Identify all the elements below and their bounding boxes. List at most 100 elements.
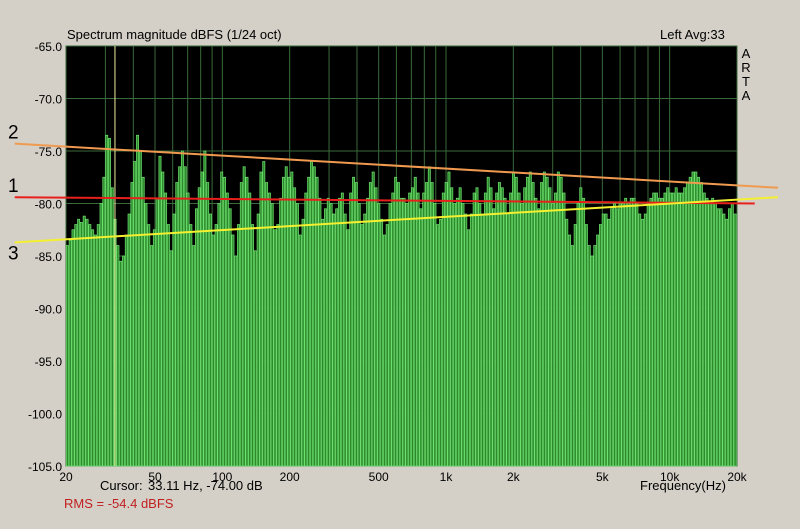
spectrum-bar	[638, 213, 642, 467]
spectrum-bar	[402, 197, 406, 467]
spectrum-bar	[368, 182, 372, 467]
spectrum-bar	[382, 234, 386, 467]
spectrum-bar	[343, 213, 347, 467]
spectrum-bar	[512, 171, 515, 467]
spectrum-bar	[526, 176, 529, 467]
spectrum-bar	[335, 208, 339, 467]
spectrum-bar	[556, 171, 560, 467]
spectrum-bar	[197, 187, 201, 467]
spectrum-bar	[509, 192, 513, 467]
overlay-line-label: 1	[8, 176, 19, 197]
spectrum-bar	[685, 182, 689, 467]
spectrum-bar	[573, 224, 577, 467]
spectrum-bar	[166, 224, 170, 467]
spectrum-bar	[242, 166, 246, 467]
spectrum-bar	[377, 203, 381, 467]
spectrum-bar	[610, 208, 614, 467]
spectrum-bar	[119, 260, 123, 467]
x-tick-label: 1k	[440, 470, 454, 484]
spectrum-bar	[733, 213, 737, 467]
spectrum-bar	[495, 192, 499, 467]
spectrum-bar	[579, 187, 583, 467]
spectrum-bar	[318, 197, 322, 467]
spectrum-bar	[273, 229, 277, 467]
spectrum-bar	[391, 192, 395, 467]
spectrum-bar	[534, 197, 538, 467]
spectrum-bar	[728, 208, 731, 467]
spectrum-bar	[332, 213, 336, 467]
spectrum-bar	[500, 187, 504, 467]
spectrum-bar	[74, 224, 78, 467]
spectrum-bar	[621, 203, 625, 467]
spectrum-bar	[178, 166, 182, 467]
spectrum-bar	[688, 176, 692, 467]
spectrum-bar	[122, 255, 125, 467]
spectrum-bar	[161, 171, 165, 467]
spectrum-bar	[194, 208, 198, 467]
spectrum-chart[interactable]: 1 2 3 -65.0 -70.0 -75.0 -80.0 -85.0 -90.0 -95.0 -1…	[0, 0, 800, 529]
spectrum-bar	[265, 182, 269, 467]
spectrum-bar	[439, 218, 442, 467]
spectrum-bar	[321, 218, 325, 467]
spectrum-bar	[677, 192, 681, 467]
spectrum-bar	[652, 192, 656, 467]
spectrum-bar	[307, 176, 311, 467]
spectrum-bar	[234, 255, 238, 467]
spectrum-bar	[596, 234, 600, 467]
spectrum-bar	[245, 176, 249, 467]
spectrum-bar	[506, 213, 510, 467]
spectrum-bar	[411, 187, 414, 467]
spectrum-bar	[65, 245, 69, 467]
spectrum-bar	[279, 197, 283, 467]
spectrum-bar	[660, 197, 664, 467]
x-axis-label: Frequency(Hz)	[640, 478, 726, 493]
spectrum-bar	[281, 176, 285, 467]
spectrum-bar	[613, 203, 616, 467]
spectrum-bar	[523, 187, 527, 467]
spectrum-bar	[584, 224, 588, 467]
spectrum-bar	[352, 176, 356, 467]
spectrum-bar	[96, 224, 100, 467]
spectrum-bar	[360, 224, 364, 467]
spectrum-bar	[239, 182, 243, 467]
spectrum-bar	[598, 224, 602, 467]
spectrum-bar	[478, 203, 482, 467]
spectrum-bar	[559, 176, 563, 467]
spectrum-bar	[430, 182, 434, 467]
spectrum-bar	[110, 187, 114, 467]
y-tick-label: -85.0	[35, 250, 63, 264]
spectrum-bar	[671, 192, 675, 467]
spectrum-bar	[683, 187, 687, 467]
spectrum-bar	[489, 187, 493, 467]
y-tick-label: -65.0	[35, 40, 63, 54]
spectrum-bar	[388, 203, 392, 467]
spectrum-bar	[284, 166, 288, 467]
spectrum-bar	[422, 192, 426, 467]
spectrum-bar	[209, 213, 212, 467]
x-tick-label: 500	[369, 470, 389, 484]
spectrum-bar	[604, 213, 608, 467]
spectrum-bar	[141, 176, 145, 467]
spectrum-bar	[267, 192, 271, 467]
arta-logo-letter: R	[741, 60, 750, 75]
spectrum-bar	[152, 229, 156, 467]
spectrum-bar	[172, 213, 176, 467]
spectrum-bar	[326, 197, 330, 467]
y-tick-label: -75.0	[35, 145, 63, 159]
spectrum-bar	[554, 192, 558, 467]
spectrum-bar	[262, 161, 266, 467]
spectrum-bar	[416, 192, 420, 467]
spectrum-bar	[481, 213, 485, 467]
spectrum-bar	[716, 208, 720, 467]
spectrum-bar	[436, 224, 440, 467]
spectrum-bar	[253, 250, 257, 467]
spectrum-bar	[304, 192, 308, 467]
spectrum-bar	[71, 229, 75, 467]
spectrum-bar	[663, 192, 667, 467]
spectrum-bar	[150, 245, 154, 467]
spectrum-bar	[144, 203, 148, 467]
spectrum-bar	[270, 203, 274, 467]
y-tick-label: -80.0	[35, 198, 63, 212]
spectrum-bar	[136, 134, 139, 467]
spectrum-bar	[147, 224, 151, 467]
